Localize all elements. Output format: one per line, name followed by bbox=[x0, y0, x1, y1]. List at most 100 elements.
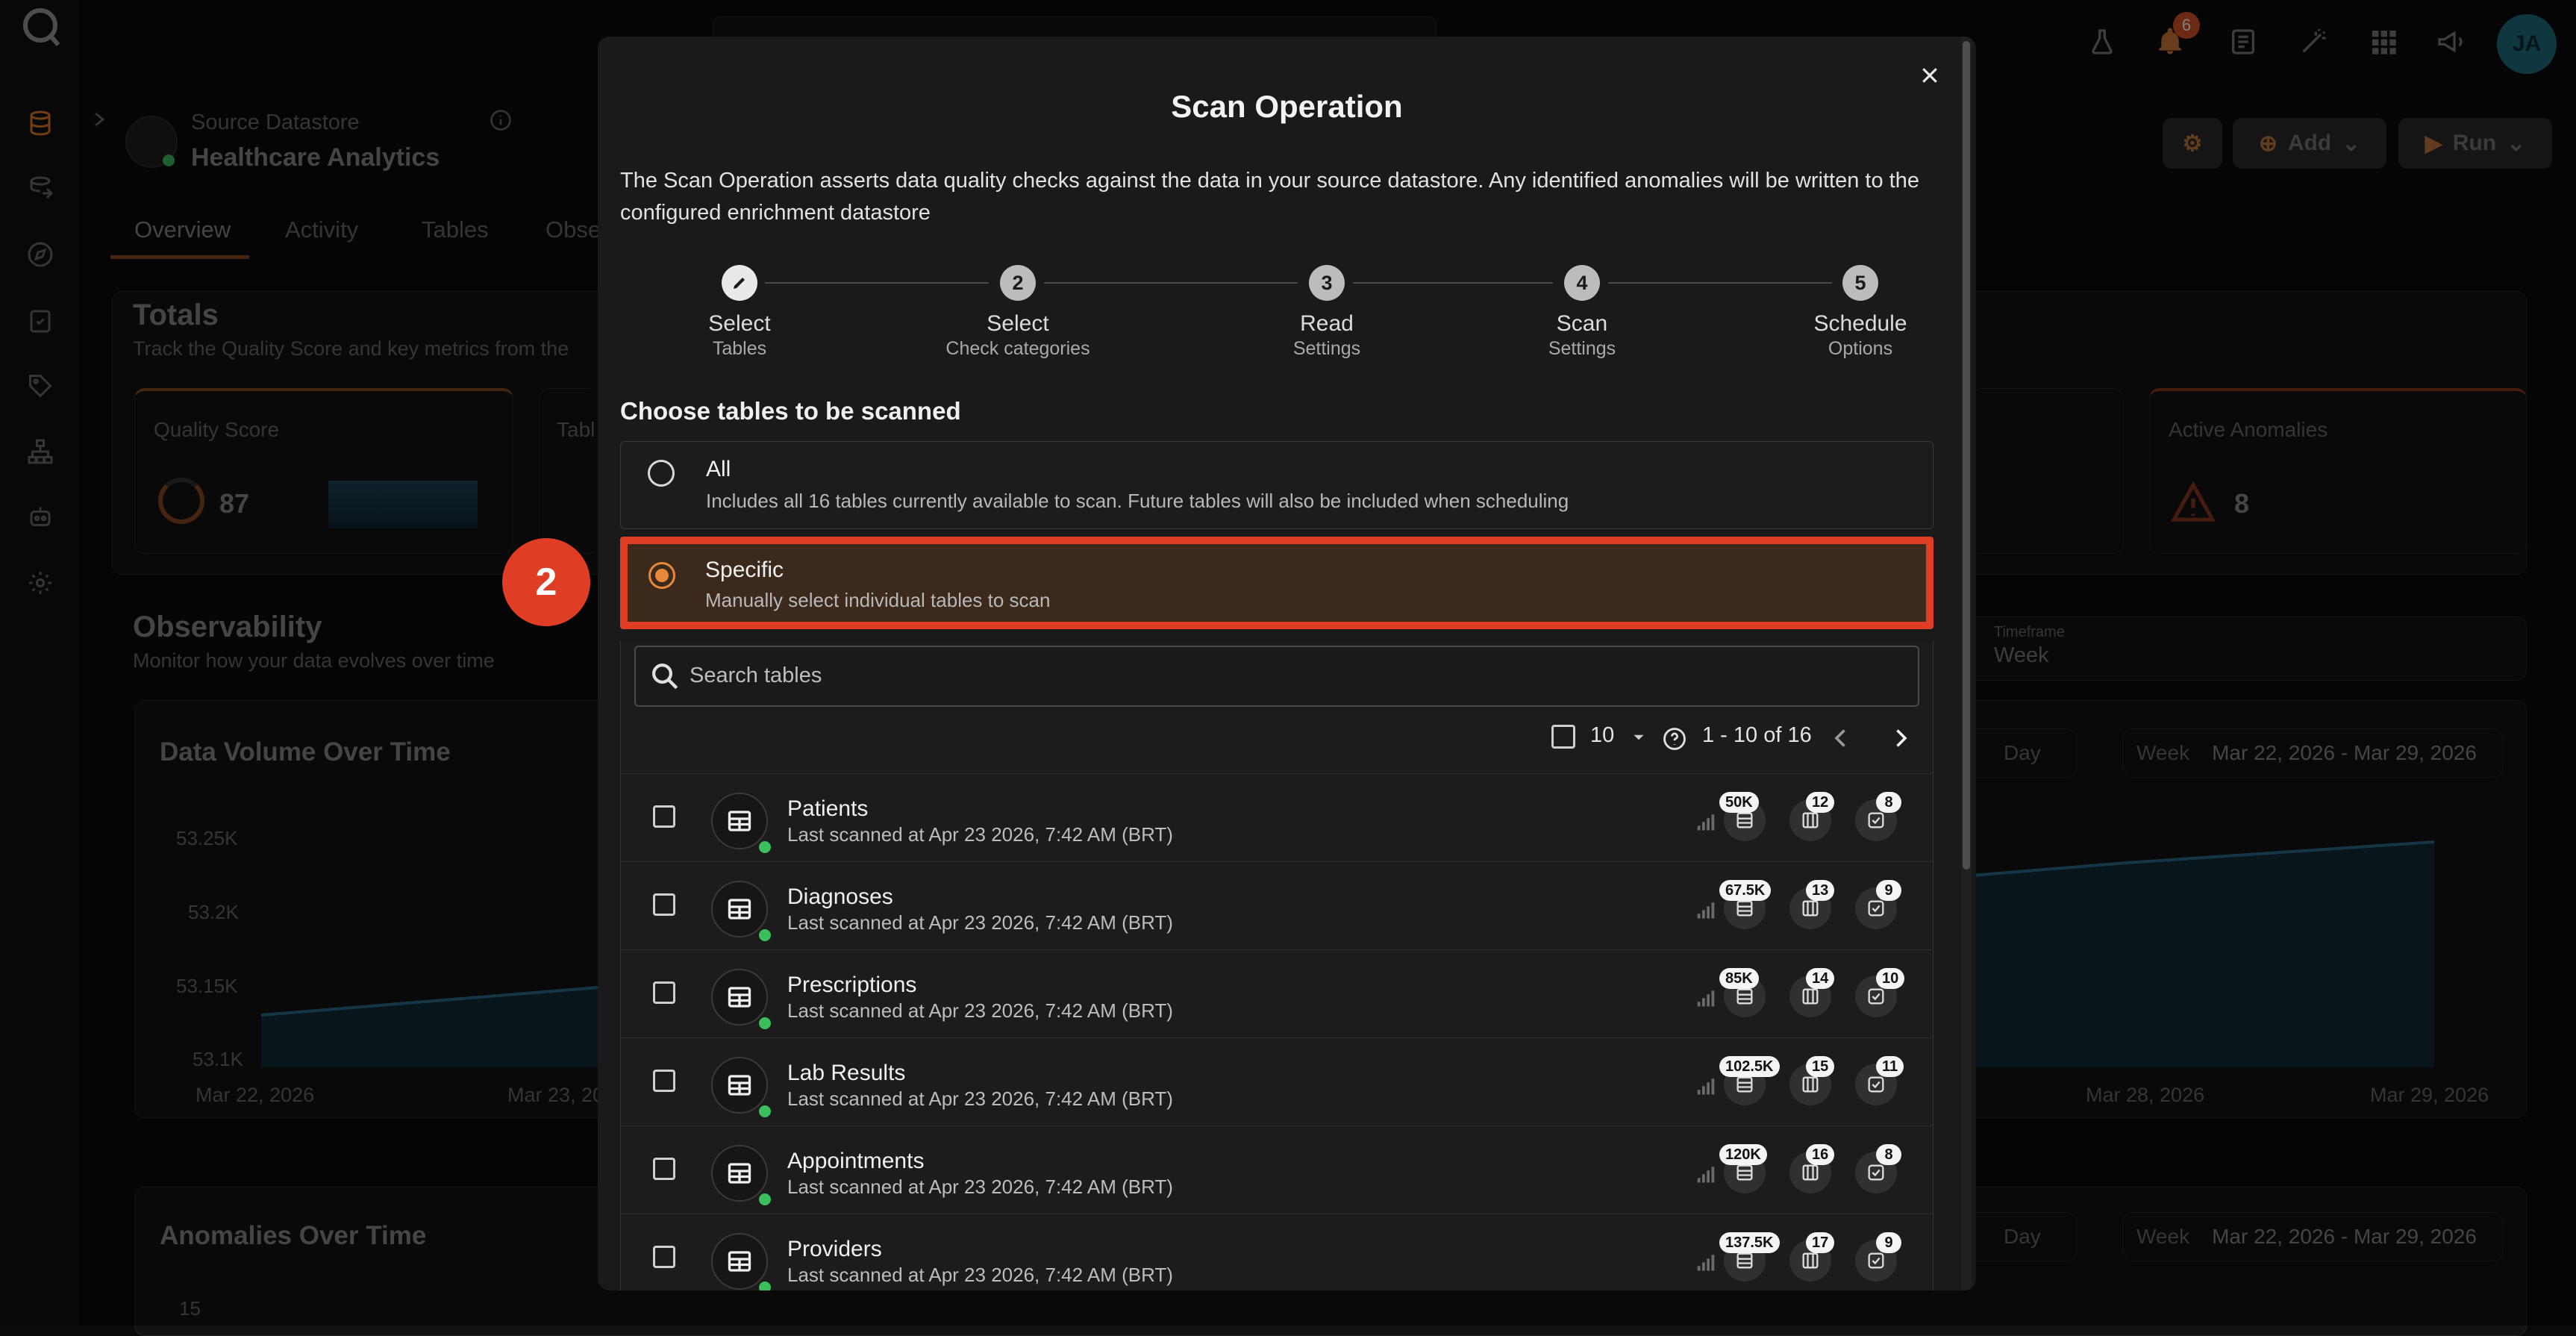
fields-count-badge: 12 bbox=[1806, 792, 1835, 813]
fields-metric[interactable]: 17 bbox=[1789, 1232, 1835, 1282]
search-placeholder: Search tables bbox=[690, 664, 822, 687]
step-1-label: Select Tables bbox=[708, 311, 771, 359]
records-metric[interactable]: 120K bbox=[1719, 1144, 1767, 1193]
records-count-badge: 67.5K bbox=[1719, 880, 1772, 901]
table-name: Prescriptions bbox=[787, 973, 917, 997]
checks-metric[interactable]: 9 bbox=[1855, 1232, 1901, 1282]
fields-metric[interactable]: 13 bbox=[1789, 880, 1835, 929]
step-2-indicator[interactable]: 2 bbox=[1000, 265, 1036, 301]
option-all-title: All bbox=[706, 457, 731, 481]
row-checkbox[interactable] bbox=[653, 1246, 675, 1268]
step-4-indicator[interactable]: 4 bbox=[1564, 265, 1600, 301]
checks-count-badge: 8 bbox=[1876, 792, 1901, 813]
row-checkbox[interactable] bbox=[653, 1070, 675, 1092]
records-metric[interactable]: 50K bbox=[1719, 792, 1766, 841]
close-icon[interactable] bbox=[1912, 57, 1948, 93]
checks-metric[interactable]: 10 bbox=[1855, 968, 1905, 1017]
table-row[interactable]: Lab Results Last scanned at Apr 23 2026, … bbox=[620, 1037, 1933, 1126]
previous-page-icon[interactable] bbox=[1828, 725, 1854, 752]
table-row[interactable]: Providers Last scanned at Apr 23 2026, 7:… bbox=[620, 1214, 1933, 1290]
next-page-icon[interactable] bbox=[1887, 725, 1914, 752]
records-metric[interactable]: 85K bbox=[1719, 968, 1766, 1017]
last-scanned-text: Last scanned at Apr 23 2026, 7:42 AM (BR… bbox=[787, 1176, 1173, 1198]
stepper-connector bbox=[1353, 282, 1553, 284]
select-all-checkbox[interactable] bbox=[1551, 725, 1575, 749]
status-dot bbox=[759, 1193, 771, 1205]
search-tables-input[interactable]: Search tables bbox=[634, 646, 1919, 707]
option-specific-description: Manually select individual tables to sca… bbox=[705, 589, 1051, 611]
checks-count-badge: 11 bbox=[1876, 1056, 1904, 1077]
records-count-badge: 137.5K bbox=[1719, 1232, 1780, 1253]
table-name: Diagnoses bbox=[787, 884, 893, 909]
dialog-description: The Scan Operation asserts data quality … bbox=[620, 169, 1919, 225]
table-icon bbox=[711, 793, 768, 849]
signal-strength-icon bbox=[1695, 810, 1717, 832]
step-2-label: Select Check categories bbox=[945, 311, 1090, 359]
option-specific-title: Specific bbox=[705, 558, 784, 582]
page-range-label: 1 - 10 of 16 bbox=[1702, 723, 1812, 747]
fields-count-badge: 16 bbox=[1806, 1144, 1835, 1165]
step-3-label: Read Settings bbox=[1292, 311, 1361, 359]
step-callout-badge: 2 bbox=[502, 538, 590, 626]
step-5-label: Schedule Options bbox=[1813, 311, 1907, 359]
stepper-connector bbox=[1044, 282, 1298, 284]
records-metric[interactable]: 67.5K bbox=[1719, 880, 1772, 929]
records-count-badge: 50K bbox=[1719, 792, 1759, 813]
scan-operation-dialog: Scan Operation The Scan Operation assert… bbox=[598, 37, 1976, 1290]
fields-metric[interactable]: 14 bbox=[1789, 968, 1835, 1017]
last-scanned-text: Last scanned at Apr 23 2026, 7:42 AM (BR… bbox=[787, 823, 1173, 846]
fields-count-badge: 14 bbox=[1806, 968, 1835, 989]
row-checkbox[interactable] bbox=[653, 805, 675, 828]
radio-all[interactable] bbox=[648, 460, 675, 487]
page-size-value[interactable]: 10 bbox=[1590, 723, 1614, 748]
table-icon bbox=[711, 1057, 768, 1114]
option-specific-tables[interactable]: Specific Manually select individual tabl… bbox=[620, 537, 1933, 629]
records-count-badge: 85K bbox=[1719, 968, 1759, 989]
checks-count-badge: 9 bbox=[1876, 1232, 1901, 1253]
last-scanned-text: Last scanned at Apr 23 2026, 7:42 AM (BR… bbox=[787, 1264, 1173, 1286]
fields-count-badge: 15 bbox=[1806, 1056, 1835, 1077]
status-dot bbox=[759, 929, 771, 941]
option-all-tables[interactable]: All Includes all 16 tables currently ava… bbox=[620, 441, 1933, 529]
step-4-label: Scan Settings bbox=[1548, 311, 1616, 359]
step-3-indicator[interactable]: 3 bbox=[1309, 265, 1345, 301]
dialog-scrollbar-thumb[interactable] bbox=[1963, 41, 1970, 870]
row-checkbox[interactable] bbox=[653, 1158, 675, 1180]
checks-metric[interactable]: 11 bbox=[1855, 1056, 1904, 1105]
signal-strength-icon bbox=[1695, 1074, 1717, 1096]
status-dot bbox=[759, 841, 771, 853]
checks-metric[interactable]: 9 bbox=[1855, 880, 1901, 929]
table-icon bbox=[711, 1233, 768, 1290]
table-row[interactable]: Prescriptions Last scanned at Apr 23 2026… bbox=[620, 949, 1933, 1037]
row-checkbox[interactable] bbox=[653, 893, 675, 916]
step-1-edit-icon[interactable] bbox=[722, 265, 757, 301]
table-icon bbox=[711, 1145, 768, 1202]
table-row[interactable]: Diagnoses Last scanned at Apr 23 2026, 7:… bbox=[620, 861, 1933, 949]
records-count-badge: 102.5K bbox=[1719, 1056, 1780, 1077]
step-5-indicator[interactable]: 5 bbox=[1842, 265, 1878, 301]
table-row[interactable]: Appointments Last scanned at Apr 23 2026,… bbox=[620, 1126, 1933, 1214]
fields-metric[interactable]: 12 bbox=[1789, 792, 1835, 841]
checks-count-badge: 10 bbox=[1876, 968, 1905, 989]
checks-metric[interactable]: 8 bbox=[1855, 1144, 1901, 1193]
table-name: Appointments bbox=[787, 1149, 925, 1173]
search-icon bbox=[649, 661, 681, 692]
records-metric[interactable]: 137.5K bbox=[1719, 1232, 1780, 1282]
radio-specific[interactable] bbox=[648, 562, 675, 589]
table-icon bbox=[711, 969, 768, 1026]
status-dot bbox=[759, 1017, 771, 1029]
row-checkbox[interactable] bbox=[653, 981, 675, 1004]
fields-metric[interactable]: 16 bbox=[1789, 1144, 1835, 1193]
last-scanned-text: Last scanned at Apr 23 2026, 7:42 AM (BR… bbox=[787, 911, 1173, 934]
page-size-dropdown-icon[interactable] bbox=[1628, 728, 1650, 747]
table-row[interactable]: Patients Last scanned at Apr 23 2026, 7:4… bbox=[620, 773, 1933, 861]
checks-metric[interactable]: 8 bbox=[1855, 792, 1901, 841]
checks-count-badge: 9 bbox=[1876, 880, 1901, 901]
help-circle-icon[interactable] bbox=[1662, 726, 1687, 752]
fields-metric[interactable]: 15 bbox=[1789, 1056, 1835, 1105]
signal-strength-icon bbox=[1695, 1162, 1717, 1184]
fields-count-badge: 17 bbox=[1806, 1232, 1835, 1253]
records-count-badge: 120K bbox=[1719, 1144, 1767, 1165]
records-metric[interactable]: 102.5K bbox=[1719, 1056, 1780, 1105]
fields-count-badge: 13 bbox=[1806, 880, 1835, 901]
